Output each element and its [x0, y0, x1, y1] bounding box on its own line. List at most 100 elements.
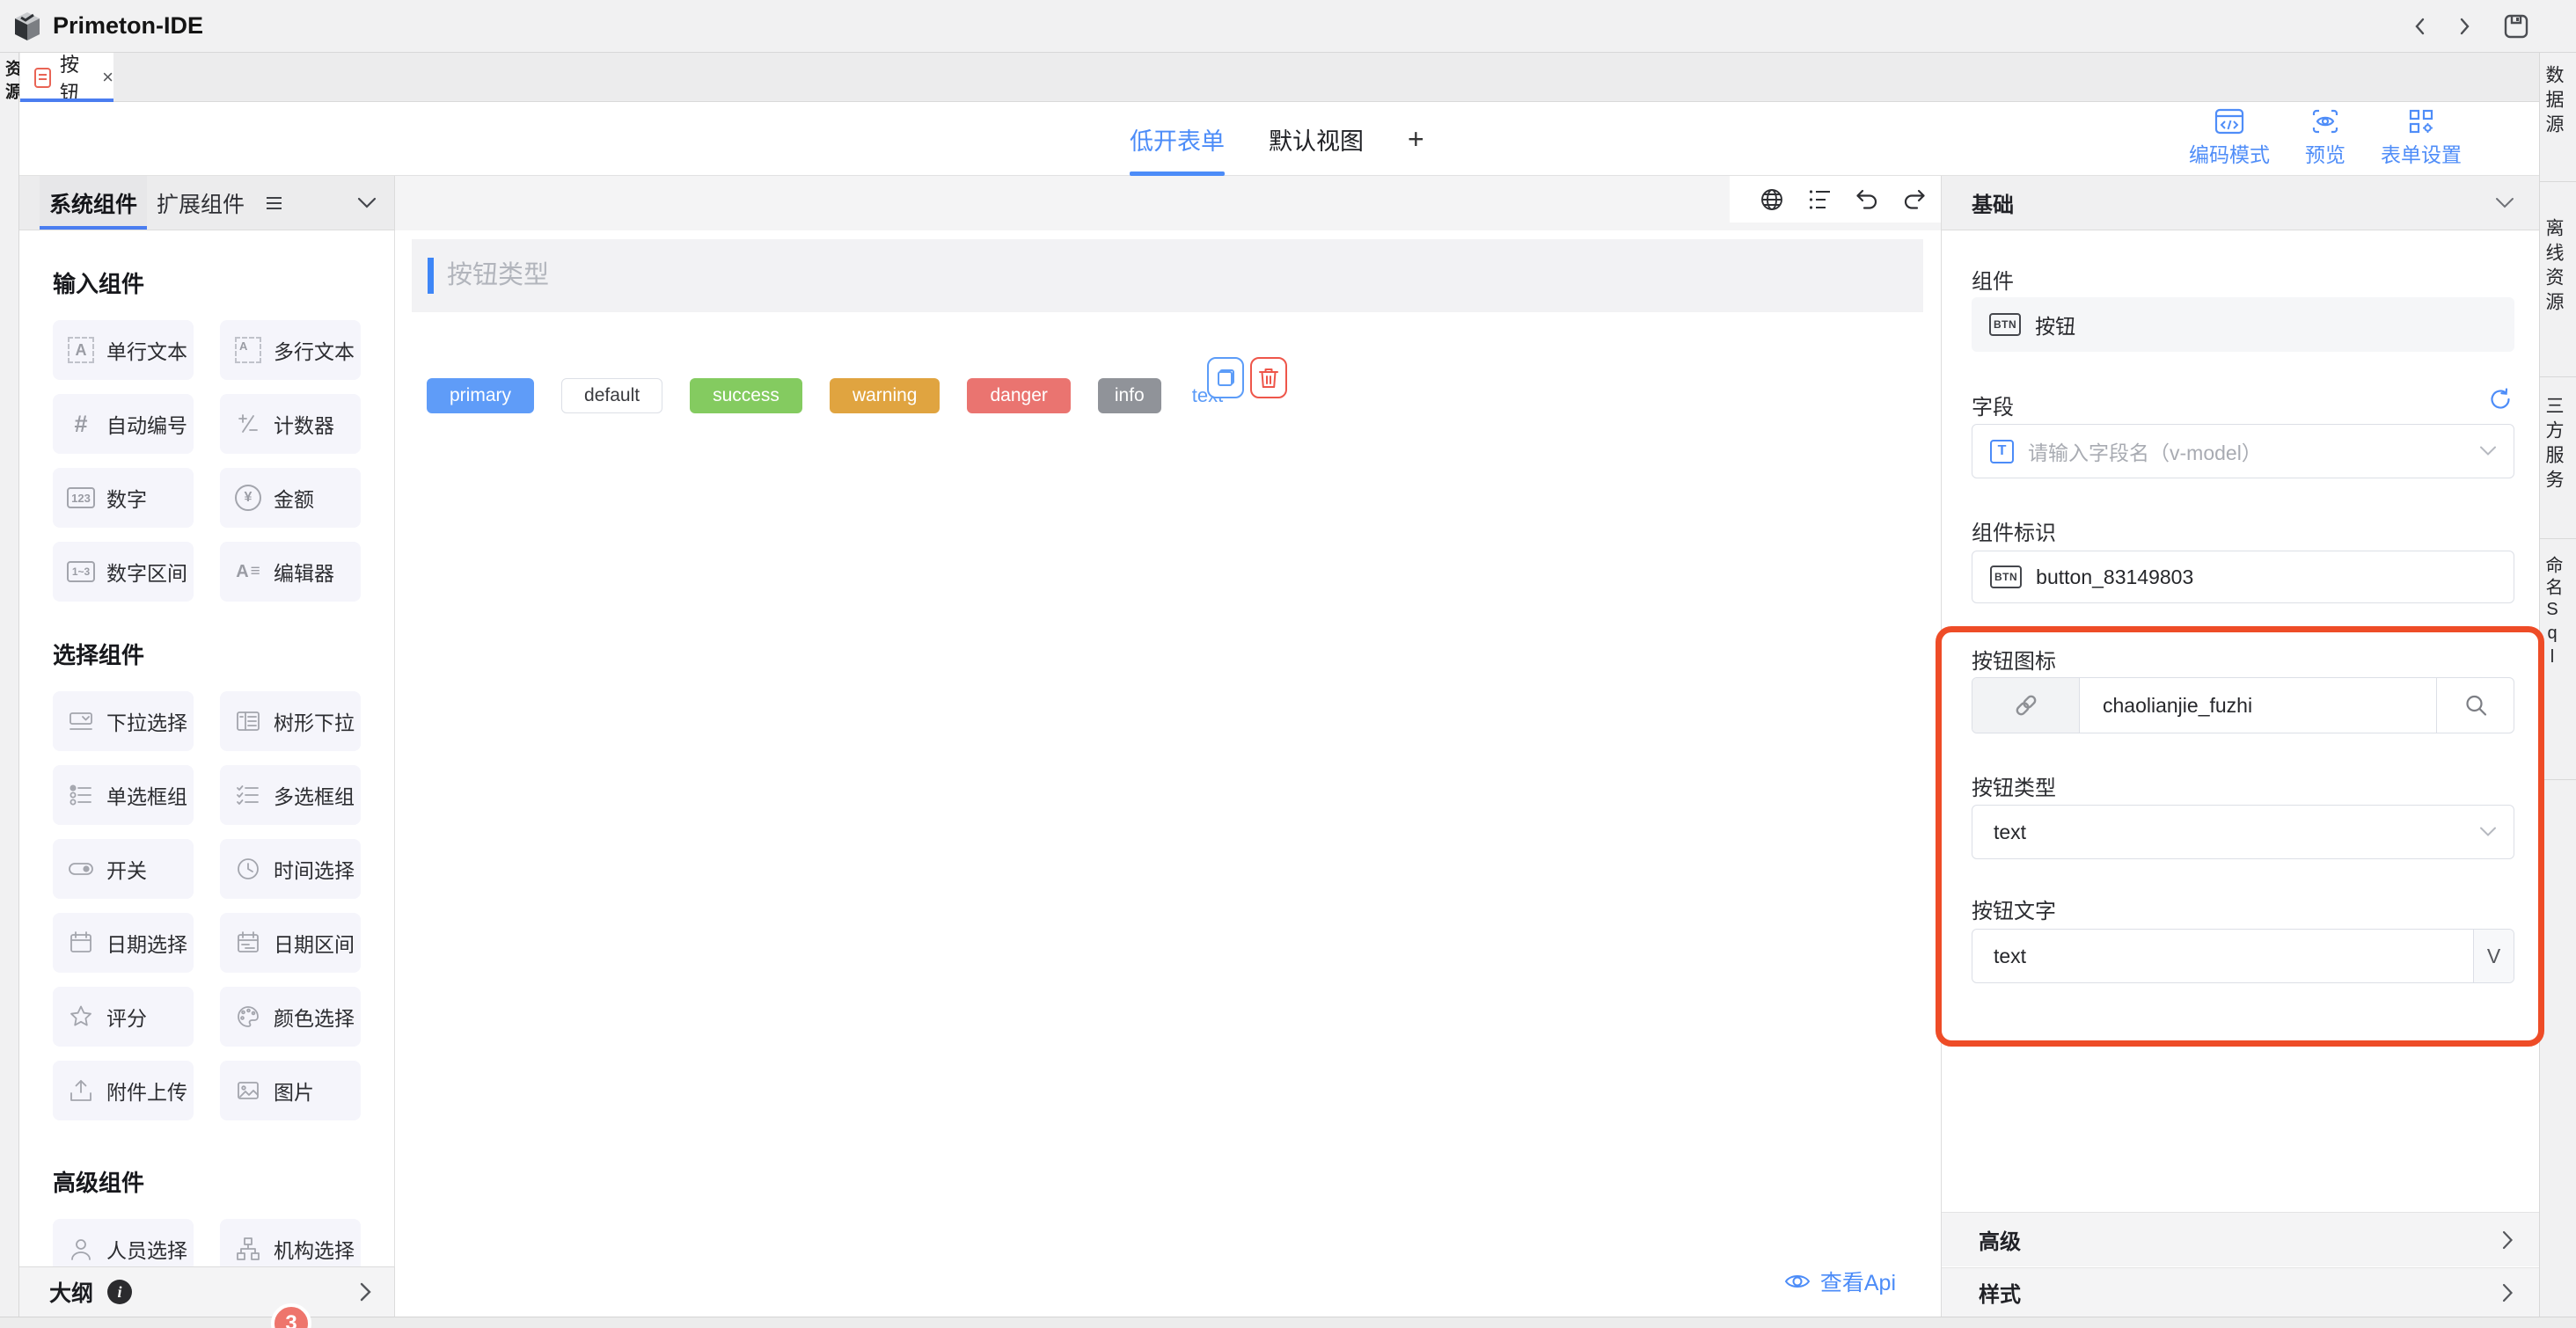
add-view-button[interactable]: + [1408, 102, 1424, 176]
trash-icon [1258, 367, 1279, 390]
component-panel: 输入组件 A 单行文本 A 多行文本 # 自动编号 [19, 230, 395, 1266]
number-range-icon: 1~3 [67, 561, 95, 582]
editor-icon: A≡ [234, 562, 262, 582]
input-components-grid: A 单行文本 A 多行文本 # 自动编号 计数器 [53, 320, 394, 602]
form-settings-button[interactable]: 表单设置 [2381, 108, 2462, 168]
outline-bar[interactable]: 大纲 i [19, 1266, 395, 1317]
inspector-header[interactable]: 基础 [1942, 176, 2539, 230]
canvas-button-info[interactable]: info [1098, 378, 1161, 413]
component-tile-date-range[interactable]: 日期区间 [220, 913, 361, 973]
component-tile-multi-line-text[interactable]: A 多行文本 [220, 320, 361, 380]
multi-line-text-icon: A [234, 337, 262, 363]
collapse-chevron-down-icon[interactable] [2493, 196, 2516, 210]
component-tile-editor[interactable]: A≡ 编辑器 [220, 542, 361, 602]
component-tile-auto-number[interactable]: # 自动编号 [53, 394, 194, 454]
money-icon: ¥ [234, 485, 262, 511]
radio-group-icon [67, 782, 95, 808]
component-tile-number[interactable]: 123 数字 [53, 468, 194, 528]
link-chain-icon[interactable] [1972, 678, 2080, 733]
component-tile-radio-group[interactable]: 单选框组 [53, 765, 194, 825]
advanced-section-row[interactable]: 高级 [1942, 1212, 2539, 1266]
tab-system-components[interactable]: 系统组件 [40, 176, 147, 230]
nav-forward-icon[interactable] [2453, 13, 2476, 40]
component-tile-single-line-text[interactable]: A 单行文本 [53, 320, 194, 380]
component-tile-switch[interactable]: 开关 [53, 839, 194, 899]
component-tile-checkbox-group[interactable]: 多选框组 [220, 765, 361, 825]
icon-search-button[interactable] [2436, 678, 2514, 733]
copy-component-button[interactable] [1207, 357, 1244, 398]
doc-icon [33, 67, 52, 89]
form-canvas: 按钮类型 primary default success warning dan… [395, 230, 1941, 1317]
canvas-top-strip [395, 176, 1941, 230]
section-title-input: 输入组件 [53, 271, 394, 297]
refresh-icon[interactable] [2488, 387, 2513, 412]
component-tile-person-select[interactable]: 人员选择 [53, 1219, 194, 1266]
redo-icon[interactable] [1902, 187, 1927, 212]
canvas-button-warning[interactable]: warning [830, 378, 940, 413]
component-tile-upload[interactable]: 附件上传 [53, 1061, 194, 1120]
component-panel-header: 系统组件 扩展组件 [19, 176, 395, 230]
component-tile-number-range[interactable]: 1~3 数字区间 [53, 542, 194, 602]
component-tile-money[interactable]: ¥ 金额 [220, 468, 361, 528]
style-section-row[interactable]: 样式 [1942, 1267, 2539, 1317]
rail-divider [2540, 181, 2576, 182]
component-id-label: 组件标识 [1972, 515, 2056, 546]
select-components-grid: 下拉选择 树形下拉 [53, 691, 394, 1120]
form-title-bar[interactable]: 按钮类型 [412, 239, 1923, 312]
component-tile-time-picker[interactable]: 时间选择 [220, 839, 361, 899]
section-title-advanced: 高级组件 [53, 1170, 394, 1196]
button-type-select[interactable]: text [1972, 805, 2514, 859]
code-mode-button[interactable]: 编码模式 [2189, 108, 2270, 168]
component-tile-dropdown-select[interactable]: 下拉选择 [53, 691, 194, 751]
app-header: Primeton-IDE [0, 0, 2576, 53]
button-icon-input-group [1972, 677, 2514, 733]
variable-suffix-button[interactable]: V [2473, 930, 2514, 982]
component-tile-org-select[interactable]: 机构选择 [220, 1219, 361, 1266]
component-tile-rate[interactable]: 评分 [53, 987, 194, 1047]
tab-default-view[interactable]: 默认视图 [1269, 102, 1364, 176]
component-tile-counter[interactable]: 计数器 [220, 394, 361, 454]
date-picker-icon [67, 930, 95, 956]
component-value: 按钮 [2035, 310, 2075, 339]
button-icon-input[interactable] [2080, 694, 2436, 718]
undo-icon[interactable] [1855, 187, 1879, 212]
outline-tree-icon[interactable] [1807, 187, 1832, 212]
button-text-input[interactable] [1972, 945, 2473, 968]
doc-tab-button[interactable]: 按钮 × [20, 53, 113, 102]
delete-component-button[interactable] [1250, 357, 1287, 398]
component-id-input[interactable]: BTN button_83149803 [1972, 551, 2514, 603]
component-tile-image[interactable]: 图片 [220, 1061, 361, 1120]
field-select[interactable]: T 请输入字段名（v-model） [1972, 424, 2514, 478]
rail-item-data-source[interactable]: 数据源 [2540, 65, 2576, 139]
btn-badge-icon: BTN [1990, 565, 2022, 588]
preview-icon [2310, 108, 2340, 135]
canvas-button-danger[interactable]: danger [967, 378, 1070, 413]
component-tile-color-picker[interactable]: 颜色选择 [220, 987, 361, 1047]
canvas-button-success[interactable]: success [690, 378, 802, 413]
i18n-globe-icon[interactable] [1760, 187, 1784, 212]
eye-icon [1783, 1271, 1811, 1292]
save-icon[interactable] [2502, 12, 2530, 40]
tab-close-icon[interactable]: × [102, 66, 113, 89]
rail-item-named-sql[interactable]: 命名Sql [2540, 556, 2576, 671]
field-chevron-down-icon [2478, 445, 2498, 457]
rail-divider [2540, 538, 2576, 539]
canvas-button-default[interactable]: default [561, 378, 662, 413]
preview-button[interactable]: 预览 [2305, 108, 2345, 168]
view-api-link[interactable]: 查看Api [1783, 1266, 1896, 1297]
component-tile-date-picker[interactable]: 日期选择 [53, 913, 194, 973]
nav-back-icon[interactable] [2409, 13, 2432, 40]
field-label: 字段 [1972, 390, 2014, 420]
rail-item-third-party-services[interactable]: 三方服务 [2540, 396, 2576, 494]
field-placeholder: 请输入字段名（v-model） [2028, 436, 2262, 466]
tab-extended-components[interactable]: 扩展组件 [147, 176, 254, 230]
rail-item-offline-resources[interactable]: 离线资源 [2540, 218, 2576, 317]
tab-low-code-form[interactable]: 低开表单 [1130, 102, 1225, 176]
component-tile-tree-select[interactable]: 树形下拉 [220, 691, 361, 751]
panel-collapse-chevron-icon[interactable] [355, 196, 378, 210]
canvas-button-primary[interactable]: primary [427, 378, 534, 413]
person-select-icon [67, 1236, 95, 1262]
app-title: Primeton-IDE [53, 12, 203, 40]
outline-chevron-right-icon[interactable] [359, 1281, 373, 1303]
panel-menu-icon[interactable] [267, 197, 282, 209]
